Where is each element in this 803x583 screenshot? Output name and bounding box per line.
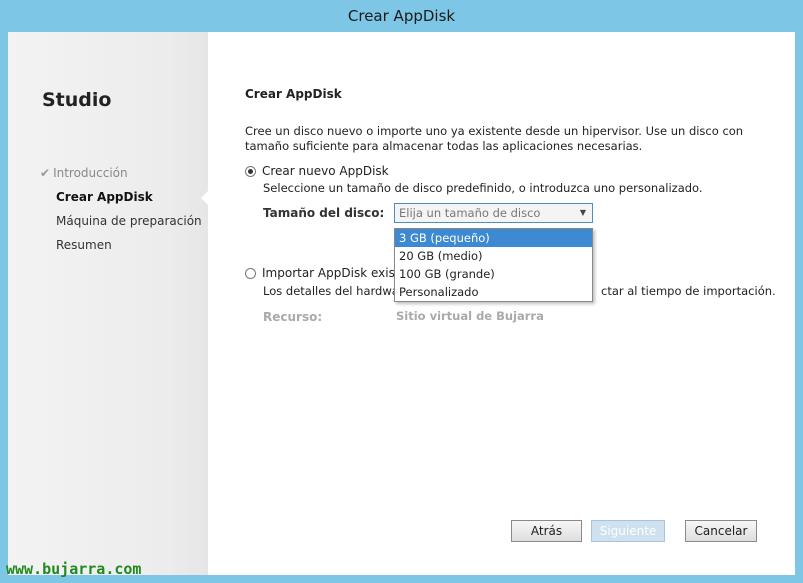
window-titlebar: Crear AppDisk <box>0 0 803 32</box>
resource-value: Sitio virtual de Bujarra <box>396 309 544 323</box>
create-new-subtext: Seleccione un tamaño de disco predefinid… <box>263 181 703 195</box>
disk-size-option[interactable]: 100 GB (grande) <box>395 265 592 283</box>
step-label: Introducción <box>53 166 128 180</box>
disk-size-option[interactable]: 20 GB (medio) <box>395 247 592 265</box>
checkmark-icon: ✔ <box>40 166 51 180</box>
step-resumen[interactable]: Resumen <box>40 236 202 260</box>
disk-size-option[interactable]: 3 GB (pequeño) <box>395 229 592 247</box>
active-step-pointer <box>201 190 209 206</box>
radio-create-new[interactable]: Crear nuevo AppDisk <box>245 164 389 178</box>
step-introduccion[interactable]: ✔ Introducción <box>40 164 202 188</box>
wizard-window: Studio ✔ Introducción Crear AppDisk Máqui… <box>8 32 795 575</box>
window-title: Crear AppDisk <box>347 7 456 25</box>
disk-size-placeholder: Elija un tamaño de disco <box>399 206 541 220</box>
disk-size-dropdown-list: 3 GB (pequeño) 20 GB (medio) 100 GB (gra… <box>394 228 593 302</box>
step-label: Resumen <box>56 238 112 252</box>
step-maquina-preparacion[interactable]: Máquina de preparación <box>40 212 202 236</box>
radio-button-icon[interactable] <box>245 267 256 279</box>
step-crear-appdisk[interactable]: Crear AppDisk <box>40 188 202 212</box>
page-heading: Crear AppDisk <box>245 87 342 101</box>
step-label: Máquina de preparación <box>56 214 202 228</box>
cancel-button[interactable]: Cancelar <box>685 520 757 542</box>
radio-create-new-label: Crear nuevo AppDisk <box>262 164 389 178</box>
import-subtext-right: ctar al tiempo de importación. <box>601 284 776 298</box>
watermark: www.bujarra.com <box>6 560 142 578</box>
radio-import-label: Importar AppDisk existen <box>262 266 415 280</box>
sidebar-title: Studio <box>42 89 112 111</box>
import-subtext-left: Los detalles del hardware <box>263 284 411 298</box>
radio-button-icon[interactable] <box>245 165 256 177</box>
wizard-content: Crear AppDisk Cree un disco nuevo o impo… <box>245 32 785 575</box>
resource-label: Recurso: <box>263 310 323 324</box>
dropdown-arrow-icon: ▼ <box>579 208 586 217</box>
radio-import-existing[interactable]: Importar AppDisk existen <box>245 266 415 280</box>
back-button[interactable]: Atrás <box>511 520 582 542</box>
step-list: ✔ Introducción Crear AppDisk Máquina de p… <box>40 164 202 260</box>
disk-size-option[interactable]: Personalizado <box>395 283 592 301</box>
disk-size-select[interactable]: Elija un tamaño de disco ▼ <box>394 203 593 223</box>
next-button[interactable]: Siguiente <box>591 520 665 542</box>
page-description: Cree un disco nuevo o importe uno ya exi… <box>245 124 744 153</box>
disk-size-label: Tamaño del disco: <box>263 206 385 220</box>
wizard-sidebar: Studio ✔ Introducción Crear AppDisk Máqui… <box>8 32 208 575</box>
step-label: Crear AppDisk <box>56 190 153 204</box>
